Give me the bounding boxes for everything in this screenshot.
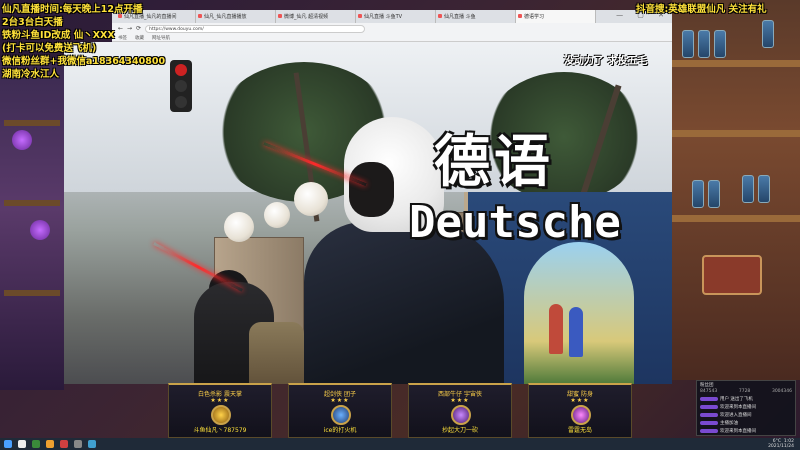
bookmark-item[interactable]: 网址导航 [152,35,170,41]
browser-tabs: 仙凡直播_仙凡的直播间 仙凡_仙凡直播播放 微博_仙凡 超清视频 仙凡直播 斗鱼… [112,10,672,23]
video-top-caption: 没动力了 求投五毛 [564,56,648,67]
stream-screen: 仙凡直播_仙凡的直播间 仙凡_仙凡直播播放 微博_仙凡 超清视频 仙凡直播 斗鱼… [0,0,800,450]
overlay-schedule: 仙凡直播时间:每天晚上12点开播 [2,4,143,15]
app-icon[interactable] [60,440,68,448]
gift-panel[interactable]: 甜蜜 防身 ★★★ 雷霆无岛 [528,383,632,438]
browser-tab[interactable]: 仙凡直播 斗鱼TV [356,10,436,23]
browser-tab[interactable]: 仙凡直播 斗鱼 [436,10,516,23]
app-icon[interactable] [88,440,96,448]
rating-stars: ★★★ [450,397,470,404]
treasure-chest [702,255,762,295]
back-icon[interactable]: ← [118,25,123,32]
bookmark-item[interactable]: 收藏 [135,35,144,41]
overlay-line: 湖南冷水江人 [2,69,60,80]
chat-stat: 3004346 [771,389,792,394]
app-icon[interactable] [74,440,82,448]
tray-date: 2021/11/24 [768,444,794,449]
folder-icon[interactable] [46,440,54,448]
badge-icon [451,405,471,425]
refresh-icon[interactable]: ⟳ [136,25,141,32]
chat-message: 欢迎来到本直播间 [700,404,792,410]
gift-panel-user: 抄起大刀一砍 [441,427,478,434]
start-icon[interactable] [4,440,12,448]
overlay-line: 2台3台白天播 [2,17,63,28]
room-left-decor [0,60,64,390]
gift-panel[interactable]: 超剑侠 团子 ★★★ ice的打火机 [288,383,392,438]
app-icon[interactable] [32,440,40,448]
browser-window: 仙凡直播_仙凡的直播间 仙凡_仙凡直播播放 微博_仙凡 超清视频 仙凡直播 斗鱼… [112,10,672,42]
video-title-chinese: 德语 [434,129,554,195]
gift-panel-user: ice的打火机 [323,427,357,434]
gift-panel[interactable]: 白色杀影 震天掌 ★★★ 斗鱼仙凡丶787579 [168,383,272,438]
badge-icon [571,405,591,425]
windows-taskbar: 6°C 1:02 2021/11/24 [0,438,800,450]
gift-panel-user: 雷霆无岛 [567,427,592,434]
gift-panel[interactable]: 西部牛仔 宇宙侠 ★★★ 抄起大刀一砍 [408,383,512,438]
overlay-line: 铁粉斗鱼ID改成 仙丶XXX [2,30,115,41]
rating-stars: ★★★ [330,397,350,404]
chat-stat: 7728 [738,389,751,394]
chat-panel[interactable]: 粉丝团 847543 7728 3004346 用户 送出了飞机 欢迎来到本直播… [696,380,796,436]
bookmark-item[interactable]: 书签 [118,35,127,41]
address-bar[interactable]: https://www.douyu.com/ [145,24,366,33]
chat-header: 粉丝团 [700,383,714,388]
chat-message: 主播加油 [700,420,792,426]
badge-icon [211,405,231,425]
room-right-decor [672,0,800,380]
video-player[interactable]: 没动力了 求投五毛 德语 Deutsche [64,42,672,384]
traffic-light [170,60,192,112]
bookmarks-bar: 书签 收藏 网址导航 [112,34,672,42]
browser-tab-active[interactable]: 德语学习 [516,10,596,23]
gift-panel-user: 斗鱼仙凡丶787579 [193,427,247,434]
browser-tab[interactable]: 微博_仙凡 超清视频 [276,10,356,23]
orb-icon [30,220,50,240]
search-icon[interactable] [18,440,26,448]
orb-icon [12,130,32,150]
chat-message: 用户 送出了飞机 [700,396,792,402]
video-title-german: Deutsche [409,197,621,248]
overlay-line: 微信粉丝群+我微信a18364340800 [2,56,166,67]
rating-stars: ★★★ [210,397,230,404]
browser-tab[interactable]: 仙凡_仙凡直播播放 [196,10,276,23]
forward-icon[interactable]: → [127,25,132,32]
system-tray[interactable]: 6°C 1:02 2021/11/24 [768,439,794,449]
chat-message: 欢迎来到本直播间 [700,428,792,434]
rating-stars: ★★★ [570,397,590,404]
chat-message: 欢迎进入直播间 [700,412,792,418]
overlay-line: (打卡可以免费送飞机) [2,43,97,54]
chat-stat: 847543 [700,389,718,394]
overlay-douyin-promo: 抖音搜:英雄联盟仙凡 关注有礼 [636,4,767,15]
badge-icon [331,405,351,425]
